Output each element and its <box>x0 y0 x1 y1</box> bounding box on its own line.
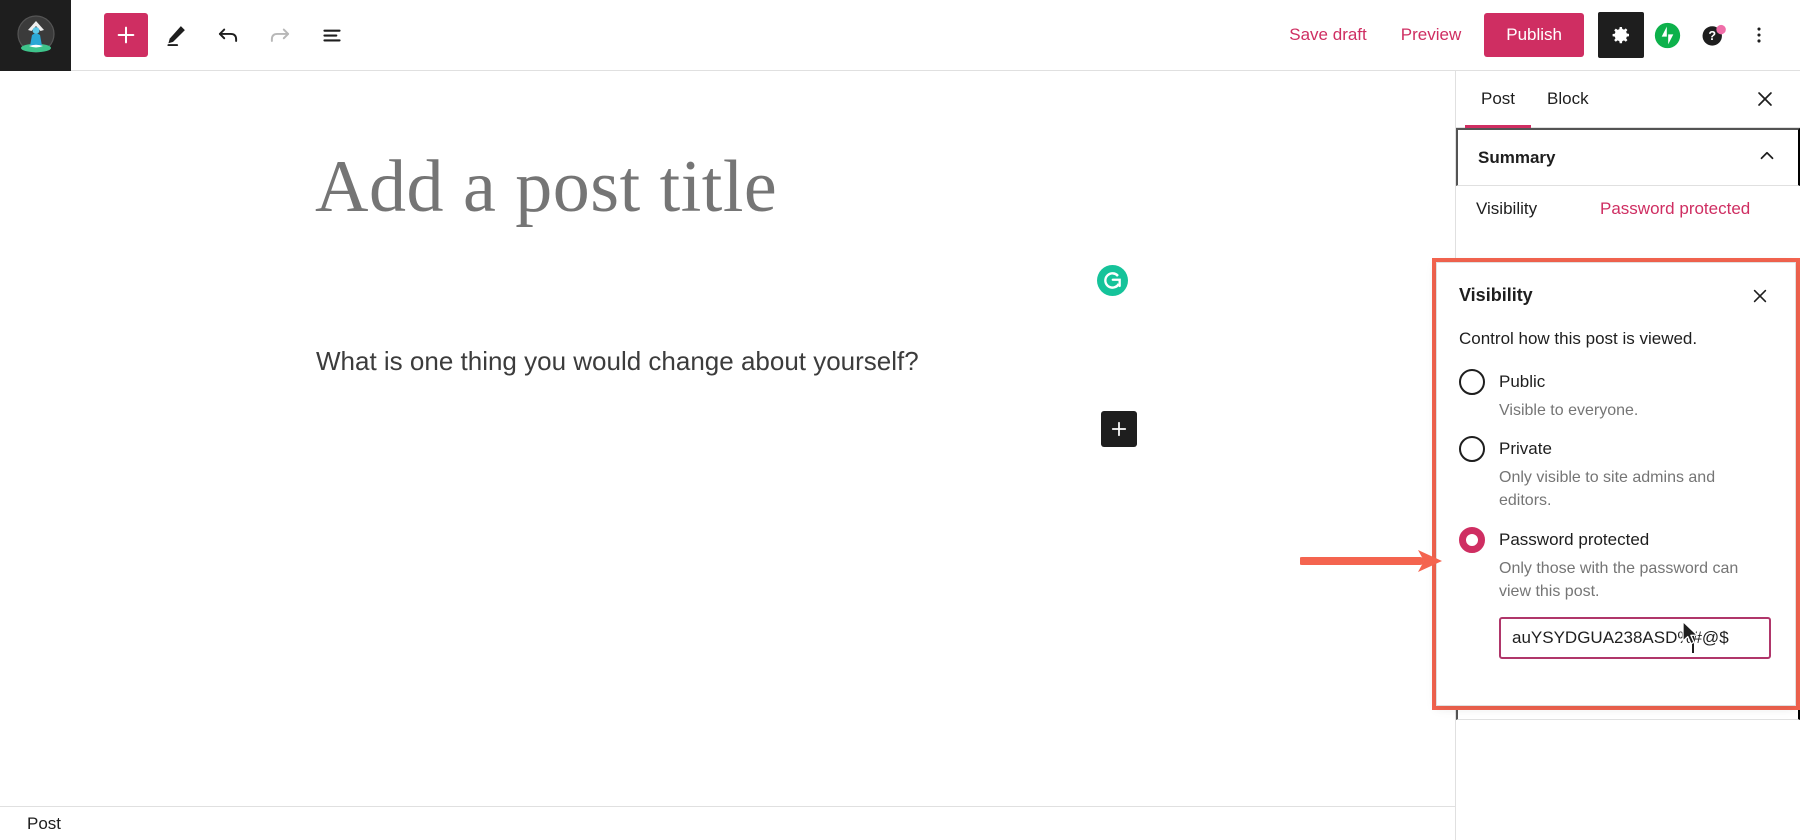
popover-close-button[interactable] <box>1747 283 1773 309</box>
jetpack-icon <box>1654 22 1680 48</box>
breadcrumb[interactable]: Post <box>27 814 61 834</box>
editor-canvas[interactable]: Add a post title What is one thing you w… <box>0 71 1455 806</box>
toolbar-left-group <box>71 11 356 59</box>
radio-help-private: Only visible to site admins and editors. <box>1499 469 1716 510</box>
yoga-meditation-logo-icon <box>16 15 55 53</box>
summary-visibility-row: Visibility Password protected <box>1456 186 1800 232</box>
panel-summary-label: Summary <box>1478 147 1556 167</box>
preview-button[interactable]: Preview <box>1384 15 1478 55</box>
visibility-option-password-protected[interactable]: Password protected Only those with the p… <box>1459 526 1773 659</box>
radio-label-public: Public <box>1499 372 1546 391</box>
jetpack-button[interactable] <box>1644 12 1690 58</box>
redo-arrow-icon <box>270 28 290 42</box>
visibility-option-private[interactable]: Private Only visible to site admins and … <box>1459 436 1773 512</box>
toolbar-right-group: Save draft Preview Publish ? <box>1272 12 1800 58</box>
radio-row-public[interactable]: Public <box>1459 369 1773 395</box>
redo-button[interactable] <box>256 11 304 59</box>
close-x-icon <box>1753 289 1767 303</box>
add-block-button[interactable] <box>104 13 148 57</box>
undo-arrow-icon <box>218 28 238 42</box>
radio-help-public: Visible to everyone. <box>1499 402 1639 419</box>
radio-help-password-protected: Only those with the password can view th… <box>1499 559 1739 600</box>
radio-checked-icon[interactable] <box>1459 526 1485 553</box>
list-view-icon <box>323 29 341 42</box>
help-question-icon: ? <box>1702 24 1726 46</box>
password-input[interactable] <box>1499 616 1771 659</box>
radio-label-password-protected: Password protected <box>1499 529 1650 549</box>
three-dots-vertical-icon <box>1757 27 1761 43</box>
radio-label-private: Private <box>1499 439 1552 459</box>
inline-block-inserter[interactable] <box>1101 411 1137 447</box>
site-logo[interactable] <box>0 0 71 71</box>
popover-description: Control how this post is viewed. <box>1459 329 1698 348</box>
editor-status-bar: Post <box>0 806 1455 840</box>
popover-title: Visibility <box>1459 285 1533 305</box>
document-details-button[interactable] <box>308 11 356 59</box>
visibility-value-button[interactable]: Password protected <box>1600 199 1750 219</box>
tools-pencil-button[interactable] <box>152 11 200 59</box>
radio-row-private[interactable]: Private <box>1459 436 1773 463</box>
password-field-wrapper <box>1459 616 1773 659</box>
plus-icon <box>1111 421 1127 437</box>
sidebar-tab-bar: Post Block <box>1456 71 1800 128</box>
radio-unchecked-icon[interactable] <box>1459 369 1485 395</box>
chevron-up-icon <box>1756 145 1778 170</box>
plus-icon <box>117 26 135 44</box>
visibility-popover: Visibility Control how this post is view… <box>1436 262 1796 706</box>
help-button[interactable]: ? <box>1690 12 1736 58</box>
grammarly-button[interactable] <box>1097 265 1128 296</box>
gear-icon <box>1612 27 1629 44</box>
tab-post[interactable]: Post <box>1465 71 1532 128</box>
editor-top-toolbar: Save draft Preview Publish ? <box>0 0 1800 71</box>
visibility-option-public[interactable]: Public Visible to everyone. <box>1459 369 1773 422</box>
svg-text:?: ? <box>1708 29 1716 43</box>
undo-button[interactable] <box>204 11 252 59</box>
publish-button[interactable]: Publish <box>1484 13 1584 57</box>
radio-row-password-protected[interactable]: Password protected <box>1459 526 1773 553</box>
more-options-button[interactable] <box>1736 12 1782 58</box>
close-sidebar-button[interactable] <box>1742 76 1788 122</box>
post-title-input[interactable]: Add a post title <box>315 150 777 224</box>
visibility-popover-highlight: Visibility Control how this post is view… <box>1432 258 1800 710</box>
panel-summary-header[interactable]: Summary <box>1456 128 1800 186</box>
radio-unchecked-icon[interactable] <box>1459 436 1485 463</box>
grammarly-icon <box>1097 265 1128 296</box>
tab-block[interactable]: Block <box>1531 71 1605 127</box>
settings-button[interactable] <box>1598 12 1644 58</box>
text-caret <box>1692 631 1694 653</box>
wordpress-block-editor: Save draft Preview Publish ? Add a post … <box>0 0 1800 840</box>
popover-header: Visibility <box>1459 285 1773 309</box>
pencil-icon <box>167 26 185 47</box>
paragraph-block[interactable]: What is one thing you would change about… <box>316 346 919 377</box>
save-draft-button[interactable]: Save draft <box>1272 15 1384 55</box>
close-x-icon <box>1758 92 1772 106</box>
visibility-label: Visibility <box>1476 199 1538 218</box>
